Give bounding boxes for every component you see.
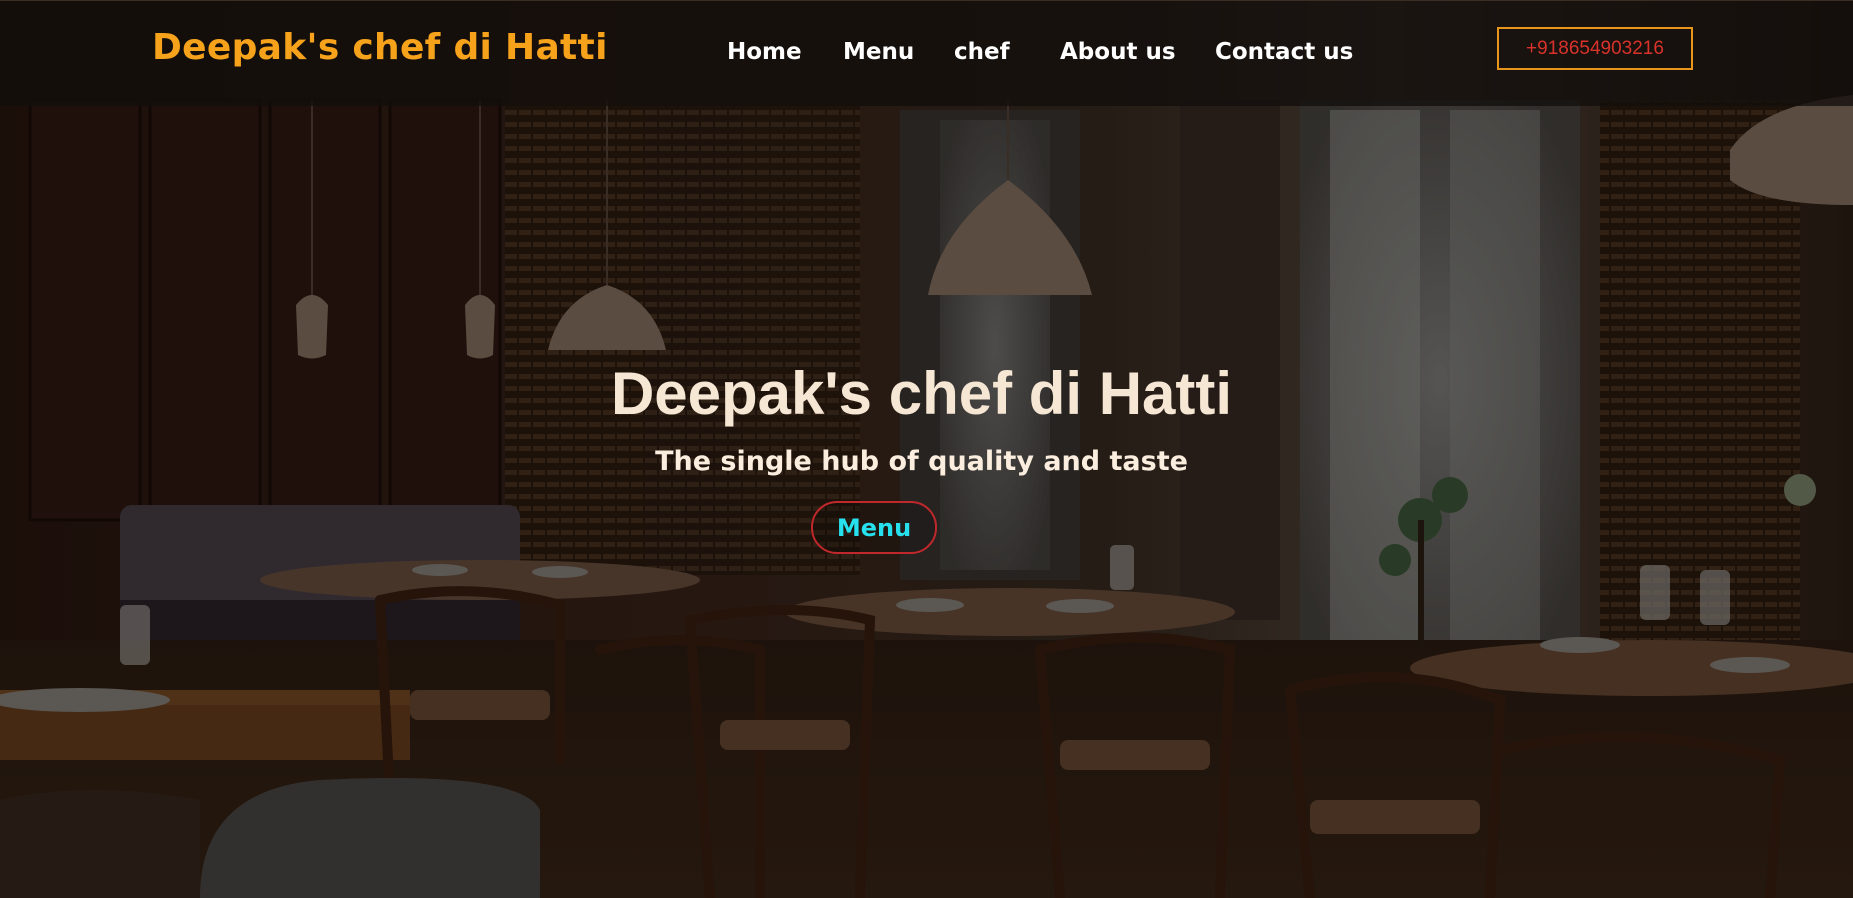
phone-number-button[interactable]: +918654903216 [1497,27,1693,70]
nav-item-about-us[interactable]: About us [1060,39,1176,65]
hero-menu-button[interactable]: Menu [811,501,937,554]
nav-item-menu[interactable]: Menu [843,39,914,65]
nav-item-home[interactable]: Home [727,39,802,65]
nav-item-chef[interactable]: chef [954,39,1010,65]
landing-page: Deepak's chef di Hatti Home Menu chef Ab… [0,0,1853,898]
hero-title: Deepak's chef di Hatti [610,360,1233,427]
top-navbar: Deepak's chef di Hatti Home Menu chef Ab… [0,0,1853,106]
hero-subtitle: The single hub of quality and taste [655,446,1188,477]
nav-item-contact-us[interactable]: Contact us [1215,39,1353,65]
